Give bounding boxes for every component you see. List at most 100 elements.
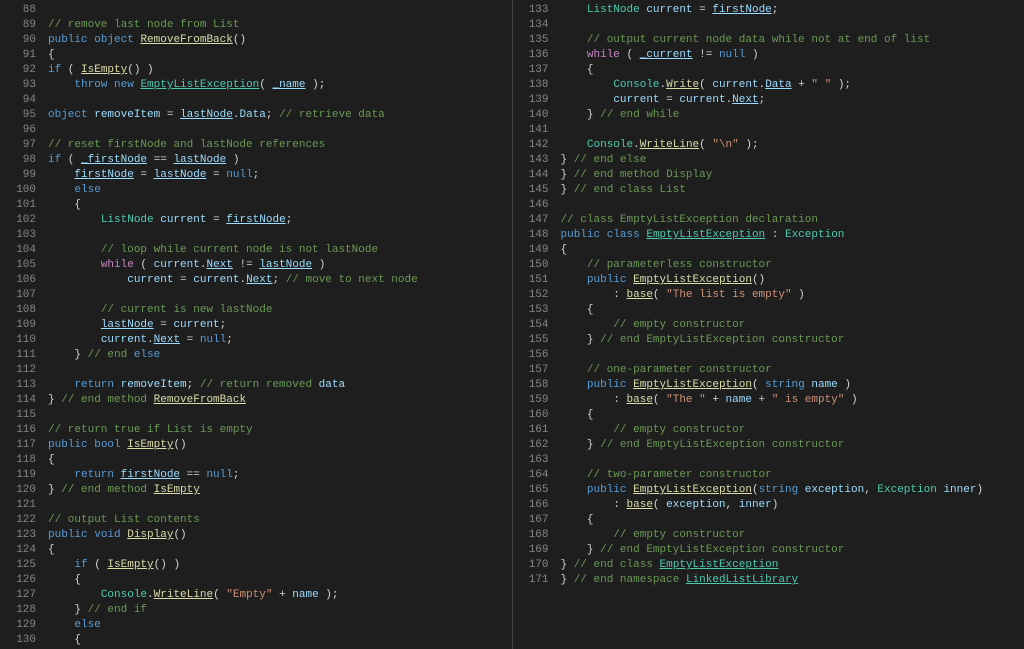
code-content: } // end class List — [561, 184, 686, 196]
line-number: 117 — [8, 439, 36, 451]
line-number: 105 — [8, 259, 36, 271]
table-row: 92if ( IsEmpty() ) — [0, 64, 512, 79]
line-number: 136 — [521, 49, 549, 61]
code-content: { — [48, 199, 81, 211]
line-number: 140 — [521, 109, 549, 121]
table-row: 119 return firstNode == null; — [0, 469, 512, 484]
line-number: 89 — [8, 19, 36, 31]
code-content: { — [561, 64, 594, 76]
line-number: 164 — [521, 469, 549, 481]
line-number: 110 — [8, 334, 36, 346]
code-content: // remove last node from List — [48, 19, 239, 31]
line-number: 171 — [521, 574, 549, 586]
code-content: // two-parameter constructor — [561, 469, 772, 481]
code-content: else — [48, 619, 101, 631]
code-content: public EmptyListException() — [561, 274, 766, 286]
code-content: // class EmptyListException declaration — [561, 214, 818, 226]
table-row: 133 ListNode current = firstNode; — [513, 4, 1024, 19]
table-row: 135 // output current node data while no… — [513, 34, 1024, 49]
line-number: 119 — [8, 469, 36, 481]
line-number: 93 — [8, 79, 36, 91]
table-row: 164 // two-parameter constructor — [513, 469, 1024, 484]
table-row: 139 current = current.Next; — [513, 94, 1024, 109]
line-number: 148 — [521, 229, 549, 241]
line-number: 157 — [521, 364, 549, 376]
code-content: } // end else — [561, 154, 647, 166]
table-row: 167 { — [513, 514, 1024, 529]
table-row: 141 — [513, 124, 1024, 139]
line-number: 91 — [8, 49, 36, 61]
code-content: { — [561, 244, 568, 256]
table-row: 166 : base( exception, inner) — [513, 499, 1024, 514]
line-number: 149 — [521, 244, 549, 256]
code-content: } // end else — [48, 349, 160, 361]
table-row: 97// reset firstNode and lastNode refere… — [0, 139, 512, 154]
table-row: 151 public EmptyListException() — [513, 274, 1024, 289]
table-row: 88 — [0, 4, 512, 19]
table-row: 165 public EmptyListException(string exc… — [513, 484, 1024, 499]
line-number: 102 — [8, 214, 36, 226]
line-number: 158 — [521, 379, 549, 391]
code-content: Console.WriteLine( "Empty" + name ); — [48, 589, 339, 601]
table-row: 111 } // end else — [0, 349, 512, 364]
table-row: 89 // remove last node from List — [0, 19, 512, 34]
code-content: ListNode current = firstNode; — [48, 214, 292, 226]
table-row: 156 — [513, 349, 1024, 364]
code-content: { — [561, 304, 594, 316]
table-row: 159 : base( "The " + name + " is empty" … — [513, 394, 1024, 409]
table-row: 140 } // end while — [513, 109, 1024, 124]
line-number: 114 — [8, 394, 36, 406]
table-row: 138 Console.Write( current.Data + " " ); — [513, 79, 1024, 94]
table-row: 148public class EmptyListException : Exc… — [513, 229, 1024, 244]
line-number: 101 — [8, 199, 36, 211]
table-row: 100 else — [0, 184, 512, 199]
line-number: 100 — [8, 184, 36, 196]
code-content: // one-parameter constructor — [561, 364, 772, 376]
line-number: 144 — [521, 169, 549, 181]
table-row: 95object removeItem = lastNode.Data; // … — [0, 109, 512, 124]
line-number: 153 — [521, 304, 549, 316]
table-row: 96 — [0, 124, 512, 139]
line-number: 141 — [521, 124, 549, 136]
code-content: return firstNode == null; — [48, 469, 239, 481]
code-content: { — [48, 574, 81, 586]
line-number: 156 — [521, 349, 549, 361]
code-content: } // end method Display — [561, 169, 713, 181]
code-content: { — [48, 49, 55, 61]
table-row: 101 { — [0, 199, 512, 214]
line-number: 116 — [8, 424, 36, 436]
code-content: : base( "The list is empty" ) — [561, 289, 805, 301]
table-row: 125 if ( IsEmpty() ) — [0, 559, 512, 574]
line-number: 106 — [8, 274, 36, 286]
table-row: 130 { — [0, 634, 512, 649]
table-row: 163 — [513, 454, 1024, 469]
line-number: 97 — [8, 139, 36, 151]
line-number: 121 — [8, 499, 36, 511]
table-row: 152 : base( "The list is empty" ) — [513, 289, 1024, 304]
code-content: // empty constructor — [561, 424, 746, 436]
table-row: 99 firstNode = lastNode = null; — [0, 169, 512, 184]
code-content: { — [561, 514, 594, 526]
line-number: 111 — [8, 349, 36, 361]
line-number: 135 — [521, 34, 549, 46]
table-row: 169 } // end EmptyListException construc… — [513, 544, 1024, 559]
code-content: ListNode current = firstNode; — [561, 4, 779, 16]
line-number: 169 — [521, 544, 549, 556]
line-number: 125 — [8, 559, 36, 571]
line-number: 145 — [521, 184, 549, 196]
code-content: { — [561, 409, 594, 421]
code-content: } // end method RemoveFromBack — [48, 394, 246, 406]
code-content: public object RemoveFromBack() — [48, 34, 246, 46]
line-number: 115 — [8, 409, 36, 421]
code-content: // return true if List is empty — [48, 424, 253, 436]
table-row: 157 // one-parameter constructor — [513, 364, 1024, 379]
table-row: 144 } // end method Display — [513, 169, 1024, 184]
code-content: { — [48, 634, 81, 646]
table-row: 115 — [0, 409, 512, 424]
table-row: 127 Console.WriteLine( "Empty" + name ); — [0, 589, 512, 604]
code-content: } // end method IsEmpty — [48, 484, 200, 496]
table-row: 114 } // end method RemoveFromBack — [0, 394, 512, 409]
line-number: 108 — [8, 304, 36, 316]
line-number: 98 — [8, 154, 36, 166]
table-row: 116 // return true if List is empty — [0, 424, 512, 439]
